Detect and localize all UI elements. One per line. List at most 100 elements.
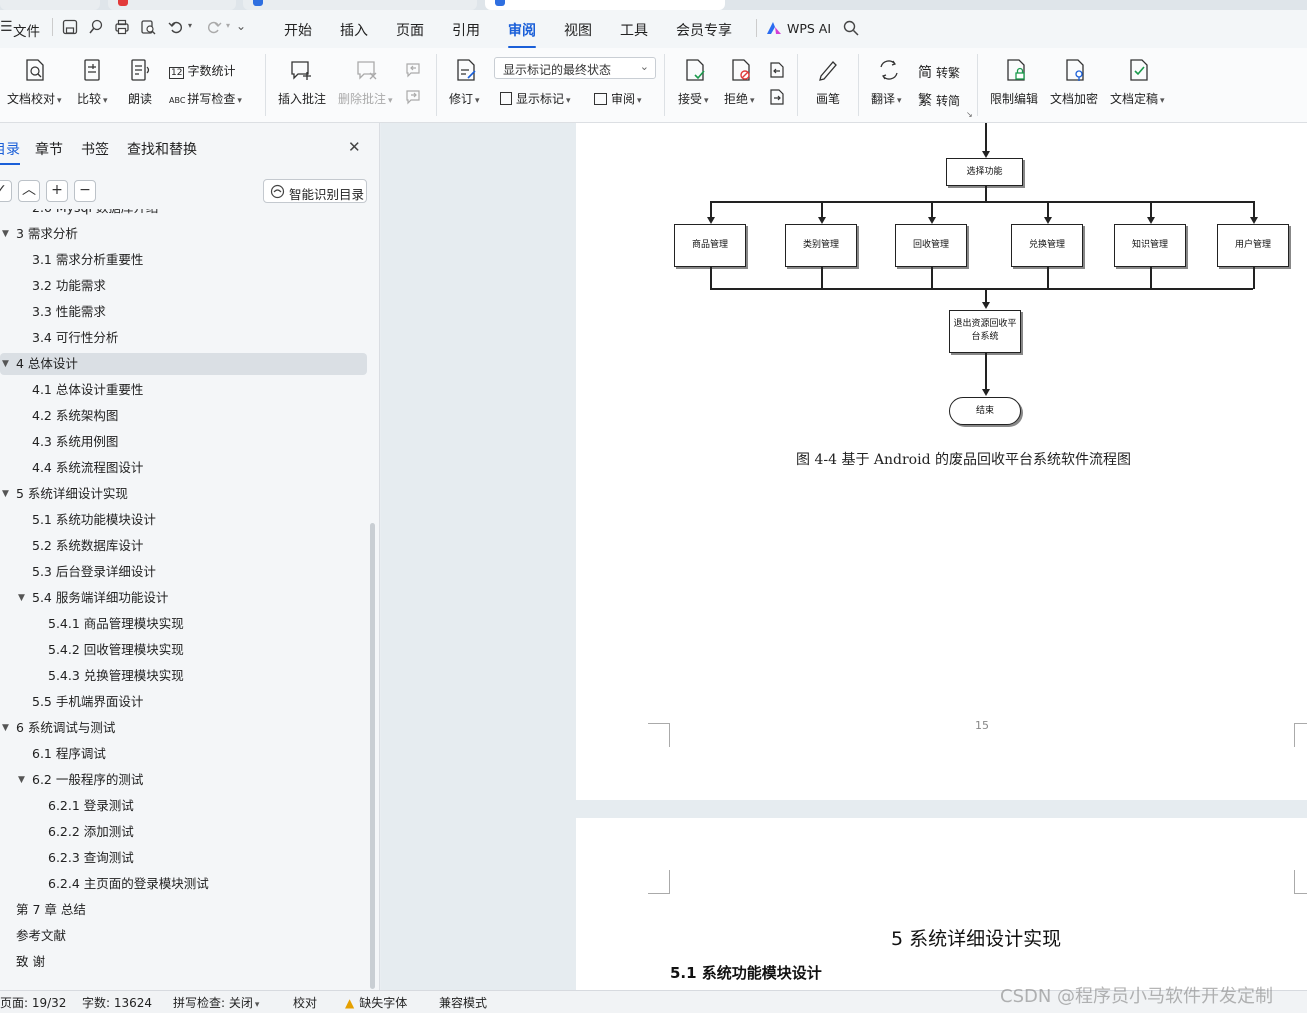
window-tab[interactable] [0,0,100,10]
word-count-button[interactable]: 12 字数统计 [169,62,235,79]
menu-bar: ☰ 文件 ▾ ▾ ⌄ 开始 插入 页面 引用 审阅 视图 工具 会员专享 WPS… [0,10,1307,48]
toc-scrollbar[interactable] [370,523,375,989]
minus-icon: − [79,182,91,198]
markup-state-select[interactable]: 显示标记的最终状态 ⌄ [494,57,656,79]
expand-caret-icon[interactable]: ▼ [2,353,9,375]
track-changes-button[interactable]: 修订 ▾ [449,90,480,107]
print-icon[interactable] [114,19,130,35]
prev-change-icon[interactable] [768,61,786,79]
tab-bookmarks[interactable]: 书签 [81,139,109,159]
ribbon-divider [265,54,266,116]
collapse-all-button[interactable]: ✓ [0,180,12,202]
search-icon[interactable] [843,20,859,36]
flow-line [710,288,1253,290]
expand-caret-icon[interactable]: ▼ [18,769,25,791]
translate-button[interactable]: 翻译 ▾ [871,90,902,107]
window-tab[interactable] [243,0,477,10]
collapse-button[interactable]: − [74,180,96,202]
tab-review[interactable]: 审阅 [508,20,536,48]
undo-dropdown-icon[interactable]: ▾ [188,21,192,30]
toc-item-label: 5.4 服务端详细功能设计 [32,590,169,605]
tab-member[interactable]: 会员专享 [676,20,732,40]
compare-button[interactable]: 比较 ▾ [77,90,108,107]
smart-toc-button[interactable]: 智能识别目录 [263,179,367,203]
to-simplified-button[interactable]: 繁转简 [918,90,960,110]
warning-icon: ▲ [345,996,355,1010]
section-heading: 5.1 系统功能模块设计 [670,964,822,982]
export-pdf-icon[interactable] [88,19,104,35]
read-aloud-button[interactable]: 朗读 [128,90,152,107]
tab-find-replace[interactable]: 查找和替换 [127,139,197,159]
redo-dropdown-icon: ▾ [226,21,231,30]
chevron-down-icon: ▾ [1160,96,1165,106]
move-up-button[interactable]: ︿ [18,180,40,202]
window-tab-active[interactable] [485,0,725,10]
review-pane-icon [594,93,607,105]
chevron-down-icon: ▾ [388,96,393,106]
customize-chevron-down-icon[interactable]: ⌄ [236,19,246,33]
restrict-edit-button[interactable]: 限制编辑 [990,90,1038,107]
tab-chapters[interactable]: 章节 [35,139,63,159]
spell-check-button[interactable]: ABC 拼写检查 ▾ [169,90,242,107]
spell-check-status[interactable]: 拼写检查: 关闭 ▾ [173,994,259,1011]
flow-line [1047,201,1049,218]
to-traditional-label: 转繁 [936,66,961,80]
chevron-down-icon: ▾ [103,96,108,106]
show-markup-button[interactable]: 显示标记 ▾ [500,90,571,107]
tab-tools[interactable]: 工具 [620,20,648,40]
toc-item[interactable]: ▼ 4 总体设计 [0,353,367,375]
arrow-head [928,217,936,224]
file-menu[interactable]: 文件 [13,20,40,40]
doc-finalize-button[interactable]: 文档定稿 ▾ [1110,90,1165,107]
toc-item-label: 3.4 可行性分析 [32,330,119,345]
dialog-launcher-icon[interactable]: ↘ [966,110,973,119]
watermark: CSDN @程序员小马软件开发定制 [1000,986,1274,1007]
ribbon-divider [664,54,665,116]
undo-icon[interactable] [168,19,184,35]
next-change-icon[interactable] [768,88,786,106]
print-preview-icon[interactable] [140,19,156,35]
word-count-indicator[interactable]: 字数: 13624 [82,994,152,1011]
review-pane-button[interactable]: 审阅 ▾ [594,90,642,107]
expand-caret-icon[interactable]: ▼ [2,717,9,739]
reject-label: 拒绝 [724,92,749,106]
spell-check-status-label: 拼写检查: 关闭 [173,996,253,1010]
flow-line [1047,267,1049,289]
review-pane-label: 审阅 [611,92,636,106]
wps-ai-button[interactable]: WPS AI [787,21,831,36]
reject-button[interactable]: 拒绝 ▾ [724,90,755,107]
tab-insert[interactable]: 插入 [340,20,368,40]
expand-caret-icon[interactable]: ▼ [2,223,9,245]
to-traditional-button[interactable]: 简转繁 [918,62,960,82]
save-icon[interactable] [62,19,78,35]
accept-button[interactable]: 接受 ▾ [678,90,709,107]
tab-toc[interactable]: 目录 [0,139,20,165]
chevron-down-icon: ▾ [237,96,242,106]
tab-home[interactable]: 开始 [284,20,312,40]
delete-comment-label: 删除批注 [338,92,387,106]
insert-comment-button[interactable]: 插入批注 [278,90,326,107]
toc-item-label: 4 总体设计 [16,356,78,371]
expand-caret-icon[interactable]: ▼ [18,587,25,609]
pen-button[interactable]: 画笔 [816,90,840,107]
page-indicator[interactable]: 页面: 19/32 [0,994,66,1011]
close-icon[interactable]: ✕ [348,138,361,156]
tab-view[interactable]: 视图 [564,20,592,40]
tab-references[interactable]: 引用 [452,20,480,40]
hamburger-icon[interactable]: ☰ [0,19,13,35]
expand-button[interactable]: + [46,180,68,202]
check-icon: ✓ [0,182,7,198]
proofread-status[interactable]: 校对 [293,994,317,1011]
simplified-icon: 繁 [918,93,932,109]
toc-item-label: 5.1 系统功能模块设计 [32,512,156,527]
compare-icon [84,59,100,81]
window-tab[interactable] [108,0,236,10]
flow-node-module: 商品管理 [674,224,746,267]
missing-font-status[interactable]: ▲ 缺失字体 [345,994,407,1011]
doc-check-button[interactable]: 文档校对 ▾ [7,90,62,107]
toc-item-label: 5.4.3 兑换管理模块实现 [48,668,184,683]
doc-encrypt-button[interactable]: 文档加密 [1050,90,1098,107]
toc-item-label: 2.6 Mysql 数据库介绍 [32,209,158,219]
tab-page[interactable]: 页面 [396,20,424,40]
expand-caret-icon[interactable]: ▼ [2,483,9,505]
